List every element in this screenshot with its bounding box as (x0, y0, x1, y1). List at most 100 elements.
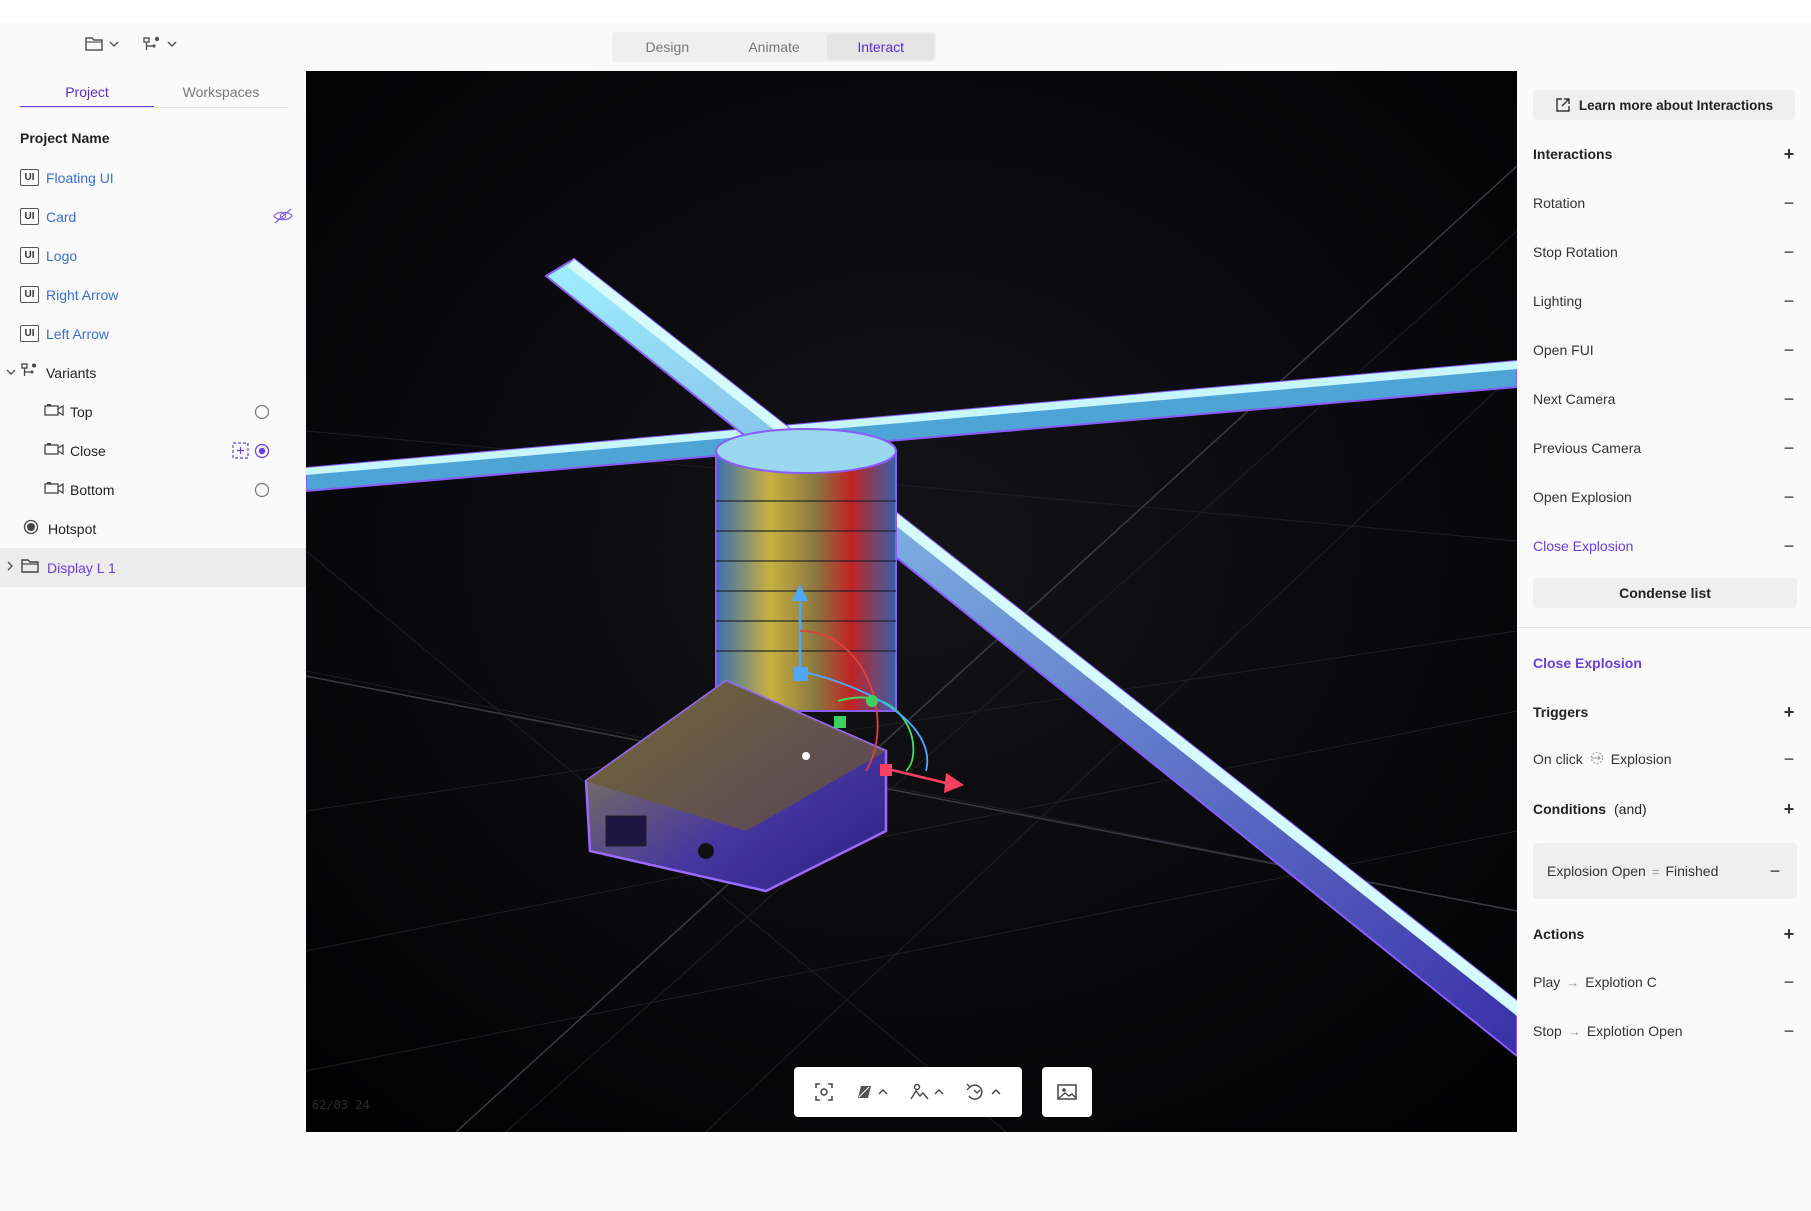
conditions-qualifier: (and) (1614, 801, 1647, 817)
section-title: Conditions (1533, 801, 1607, 817)
chevron-right-icon[interactable] (4, 559, 16, 576)
interaction-item[interactable]: Lighting − (1533, 286, 1797, 316)
focus-frame-button[interactable] (814, 1082, 834, 1102)
rotation-menu-button[interactable] (965, 1082, 1002, 1102)
action-verb: Stop (1533, 1023, 1562, 1039)
tree-item-label: Logo (46, 247, 78, 264)
screenshot-button[interactable] (1042, 1067, 1092, 1117)
tree-item-label: Right Arrow (46, 286, 119, 303)
left-panel-tabs: Project Workspaces (20, 80, 288, 108)
condition-row[interactable]: Explosion Open = Finished − (1533, 843, 1797, 899)
radio-button[interactable] (254, 482, 270, 501)
tab-design[interactable]: Design (614, 34, 721, 60)
radio-button-selected[interactable] (254, 443, 270, 462)
interaction-item-active[interactable]: Close Explosion − (1533, 531, 1797, 561)
remove-interaction-button[interactable]: − (1781, 439, 1797, 457)
tree-item-hotspot[interactable]: Hotspot (0, 509, 306, 548)
tabs-divider (20, 107, 288, 108)
tree-item-display-l1[interactable]: Display L 1 (0, 548, 306, 587)
tree-item-camera-top[interactable]: Top (0, 392, 306, 431)
title-strip (0, 0, 1811, 22)
tab-project[interactable]: Project (20, 80, 154, 108)
chevron-down-icon (108, 37, 120, 55)
action-target: Explotion C (1585, 974, 1657, 990)
interaction-item[interactable]: Previous Camera − (1533, 433, 1797, 463)
conditions-header: Conditions (and) + (1533, 794, 1797, 824)
ui-element-icon: UI (20, 247, 39, 264)
tree-item-camera-bottom[interactable]: Bottom (0, 470, 306, 509)
interaction-label: Rotation (1533, 195, 1586, 211)
remove-interaction-button[interactable]: − (1781, 537, 1797, 555)
remove-trigger-button[interactable]: − (1781, 750, 1797, 768)
remove-interaction-button[interactable]: − (1781, 488, 1797, 506)
interaction-item[interactable]: Rotation − (1533, 188, 1797, 218)
viewport-toolbar (794, 1067, 1022, 1117)
tree-item-floating-ui[interactable]: UI Floating UI (0, 158, 306, 197)
remove-action-button[interactable]: − (1781, 1022, 1797, 1040)
file-menu-button[interactable] (84, 34, 120, 58)
action-row[interactable]: Play → Explotion C − (1533, 967, 1797, 997)
interaction-item[interactable]: Open Explosion − (1533, 482, 1797, 512)
tree-item-label: Card (46, 208, 77, 225)
variants-menu-button[interactable] (142, 34, 178, 58)
variants-icon (142, 35, 162, 58)
chevron-up-icon (991, 1089, 1001, 1095)
section-title: Actions (1533, 926, 1585, 942)
interaction-label: Previous Camera (1533, 440, 1642, 456)
tree-item-label: Close (70, 442, 106, 459)
shading-menu-button[interactable] (854, 1082, 889, 1102)
interaction-item[interactable]: Next Camera − (1533, 384, 1797, 414)
right-panel: Learn more about Interactions Interactio… (1517, 70, 1811, 1211)
remove-interaction-button[interactable]: − (1781, 390, 1797, 408)
chevron-down-icon[interactable] (4, 365, 18, 381)
condense-list-button[interactable]: Condense list (1533, 578, 1797, 608)
environment-menu-button[interactable] (908, 1082, 945, 1102)
tree-item-left-arrow[interactable]: UI Left Arrow (0, 314, 306, 353)
remove-interaction-button[interactable]: − (1781, 243, 1797, 261)
remove-interaction-button[interactable]: − (1781, 194, 1797, 212)
learn-more-button[interactable]: Learn more about Interactions (1533, 90, 1795, 120)
remove-interaction-button[interactable]: − (1781, 292, 1797, 310)
tab-interact[interactable]: Interact (827, 34, 935, 60)
tree-item-logo[interactable]: UI Logo (0, 236, 306, 275)
3d-viewport[interactable]: 62/03 24 (306, 71, 1517, 1132)
interaction-item[interactable]: Open FUI − (1533, 335, 1797, 365)
learn-more-label: Learn more about Interactions (1578, 97, 1774, 113)
condition-operator: = (1651, 863, 1660, 879)
add-action-button[interactable]: + (1781, 925, 1797, 943)
chevron-up-icon (934, 1089, 944, 1095)
tree-item-camera-close[interactable]: Close (0, 431, 306, 470)
camera-icon (44, 403, 64, 420)
interaction-item[interactable]: Stop Rotation − (1533, 237, 1797, 267)
eye-hidden-icon[interactable] (272, 208, 294, 227)
add-trigger-button[interactable]: + (1781, 703, 1797, 721)
tree-item-label: Left Arrow (46, 325, 110, 342)
action-row[interactable]: Stop → Explotion Open − (1533, 1016, 1797, 1046)
focus-frame-icon (815, 1083, 833, 1101)
folder-icon (20, 558, 40, 577)
tree-item-card[interactable]: UI Card (0, 197, 306, 236)
trigger-row[interactable]: On click Explosion − (1533, 744, 1797, 774)
environment-icon (910, 1083, 929, 1100)
remove-condition-button[interactable]: − (1767, 862, 1783, 880)
hotspot-icon (23, 519, 39, 538)
tab-animate[interactable]: Animate (721, 34, 828, 60)
tree-item-label: Display L 1 (47, 559, 116, 576)
ui-element-icon: UI (20, 325, 39, 342)
remove-action-button[interactable]: − (1781, 973, 1797, 991)
tree-item-right-arrow[interactable]: UI Right Arrow (0, 275, 306, 314)
arrow-right-icon: → (1567, 1023, 1581, 1039)
add-interaction-button[interactable]: + (1781, 145, 1797, 163)
left-panel: Project Workspaces Project Name UI Float… (0, 70, 306, 1211)
radio-button[interactable] (254, 404, 270, 423)
interaction-label: Lighting (1533, 293, 1583, 309)
focus-frame-icon[interactable] (232, 442, 249, 462)
interaction-label: Stop Rotation (1533, 244, 1618, 260)
tree-item-variants[interactable]: Variants (0, 353, 306, 392)
tree-item-label: Hotspot (48, 520, 97, 537)
variants-icon (20, 362, 40, 383)
add-condition-button[interactable]: + (1781, 800, 1797, 818)
camera-icon (44, 442, 64, 459)
tab-workspaces[interactable]: Workspaces (154, 80, 288, 108)
remove-interaction-button[interactable]: − (1781, 341, 1797, 359)
